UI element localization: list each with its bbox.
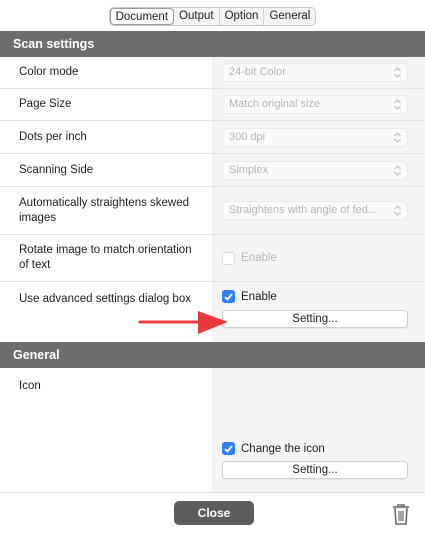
- advanced-setting-button[interactable]: Setting...: [222, 310, 408, 328]
- tab-document[interactable]: Document: [109, 7, 175, 25]
- color-mode-select[interactable]: 24-bit Color: [222, 63, 408, 82]
- straighten-control: Straightens with angle of fed...: [212, 187, 425, 234]
- row-page-size: Page Size Match original size: [0, 89, 425, 121]
- chevron-updown-icon: [394, 205, 401, 216]
- scanning-side-select[interactable]: Simplex: [222, 160, 408, 180]
- straighten-value: Straightens with angle of fed...: [229, 204, 377, 216]
- advanced-enable-label: Enable: [241, 290, 277, 303]
- straighten-label: Automatically straightens skewed images: [19, 196, 190, 224]
- chevron-updown-icon: [394, 67, 401, 78]
- page-size-label: Page Size: [19, 98, 72, 110]
- tab-option[interactable]: Option: [220, 7, 265, 25]
- rotate-enable-label: Enable: [241, 252, 277, 264]
- chevron-updown-icon: [394, 164, 401, 176]
- icon-setting-button[interactable]: Setting...: [222, 461, 408, 479]
- chevron-updown-icon: [394, 99, 401, 110]
- icon-control: Change the icon Setting...: [212, 368, 425, 492]
- rotate-control: Enable: [212, 235, 425, 281]
- scanning-side-value: Simplex: [229, 163, 269, 176]
- footer-bar: Close: [0, 492, 425, 538]
- scan-settings-header: Scan settings: [0, 31, 425, 57]
- general-header: General: [0, 342, 425, 368]
- change-icon-checkbox[interactable]: Change the icon: [222, 442, 325, 455]
- tab-general[interactable]: General: [264, 8, 315, 25]
- color-mode-value: 24-bit Color: [229, 66, 286, 78]
- change-icon-label: Change the icon: [241, 442, 325, 455]
- tab-bar: Document Output Option General: [0, 0, 425, 32]
- close-button[interactable]: Close: [174, 501, 254, 525]
- checkbox-checked-icon: [222, 290, 235, 303]
- tab-output[interactable]: Output: [174, 7, 220, 25]
- row-dpi: Dots per inch 300 dpi: [0, 121, 425, 154]
- page-size-control: Match original size: [212, 89, 425, 120]
- advanced-enable-checkbox[interactable]: Enable: [222, 290, 277, 303]
- row-color-mode: Color mode 24-bit Color: [0, 57, 425, 89]
- red-arrow-icon: [138, 311, 228, 334]
- checkbox-unchecked-icon: [222, 251, 235, 265]
- dpi-control: 300 dpi: [212, 121, 425, 153]
- scanning-side-label: Scanning Side: [19, 163, 94, 176]
- straighten-select[interactable]: Straightens with angle of fed...: [222, 201, 408, 220]
- chevron-updown-icon: [394, 131, 401, 143]
- trash-icon[interactable]: [392, 503, 410, 525]
- checkbox-checked-icon: [222, 442, 235, 455]
- color-mode-label: Color mode: [19, 66, 79, 78]
- settings-window: Document Output Option General Scan sett…: [0, 0, 425, 538]
- scanning-side-control: Simplex: [212, 154, 425, 186]
- page-size-select[interactable]: Match original size: [222, 95, 408, 114]
- page-size-value: Match original size: [229, 98, 321, 110]
- icon-label: Icon: [19, 380, 41, 392]
- dpi-select[interactable]: 300 dpi: [222, 127, 408, 147]
- segmented-tabs: Document Output Option General: [108, 6, 317, 26]
- rotate-label: Rotate image to match orientation of tex…: [19, 244, 192, 271]
- rotate-enable-checkbox[interactable]: Enable: [222, 251, 277, 265]
- dpi-value: 300 dpi: [229, 130, 266, 143]
- row-icon: Icon Change the icon Setting...: [0, 368, 425, 492]
- advanced-control: Enable Setting...: [212, 282, 425, 342]
- row-rotate: Rotate image to match orientation of tex…: [0, 235, 425, 282]
- color-mode-control: 24-bit Color: [212, 57, 425, 88]
- dpi-label: Dots per inch: [19, 130, 87, 143]
- row-scanning-side: Scanning Side Simplex: [0, 154, 425, 187]
- row-straighten: Automatically straightens skewed images …: [0, 187, 425, 235]
